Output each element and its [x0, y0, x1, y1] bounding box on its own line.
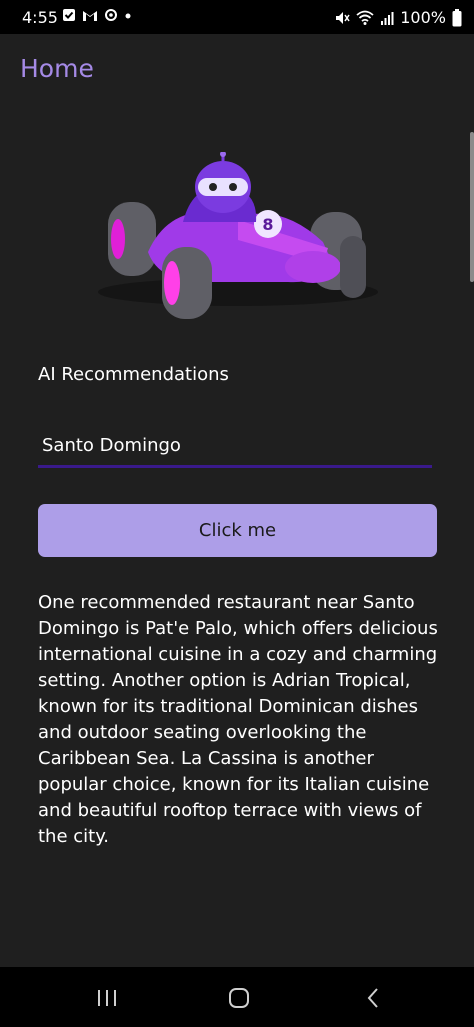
- mute-icon: [336, 11, 350, 24]
- race-car-image: 8: [98, 152, 378, 319]
- status-right: 100%: [334, 8, 462, 27]
- recommendation-text: One recommended restaurant near Santo Do…: [38, 592, 438, 847]
- dot-icon: [125, 13, 131, 19]
- ai-recommendations-label: AI Recommendations: [38, 364, 229, 385]
- location-entry[interactable]: Santo Domingo: [38, 429, 432, 468]
- location-entry-value[interactable]: Santo Domingo: [42, 435, 181, 456]
- home-icon: [229, 988, 249, 1008]
- app-content: Home 8 AI Recommendations Santo Domingo …: [0, 34, 474, 967]
- recents-button[interactable]: [92, 983, 122, 1013]
- wheel-front-right: [340, 236, 366, 298]
- sync-icon: [105, 9, 117, 21]
- back-icon: [367, 988, 378, 1008]
- page-title: Home: [20, 54, 94, 83]
- navigation-bar: [0, 967, 474, 1027]
- svg-text:8: 8: [262, 215, 273, 234]
- checkbox-icon: [63, 9, 75, 21]
- status-time: 4:55: [22, 8, 58, 27]
- signal-icon: [381, 11, 394, 25]
- battery-text: 100%: [400, 8, 446, 27]
- click-me-button[interactable]: Click me: [38, 504, 437, 557]
- status-bar: 4:55 100%: [0, 0, 474, 34]
- back-button[interactable]: [358, 983, 388, 1013]
- wifi-icon: [356, 10, 374, 25]
- recents-icon: [98, 990, 116, 1006]
- status-left-icons: [62, 8, 132, 22]
- gmail-icon: [83, 10, 97, 21]
- battery-icon: [452, 8, 462, 26]
- home-button[interactable]: [224, 983, 254, 1013]
- scroll-indicator[interactable]: [470, 132, 474, 282]
